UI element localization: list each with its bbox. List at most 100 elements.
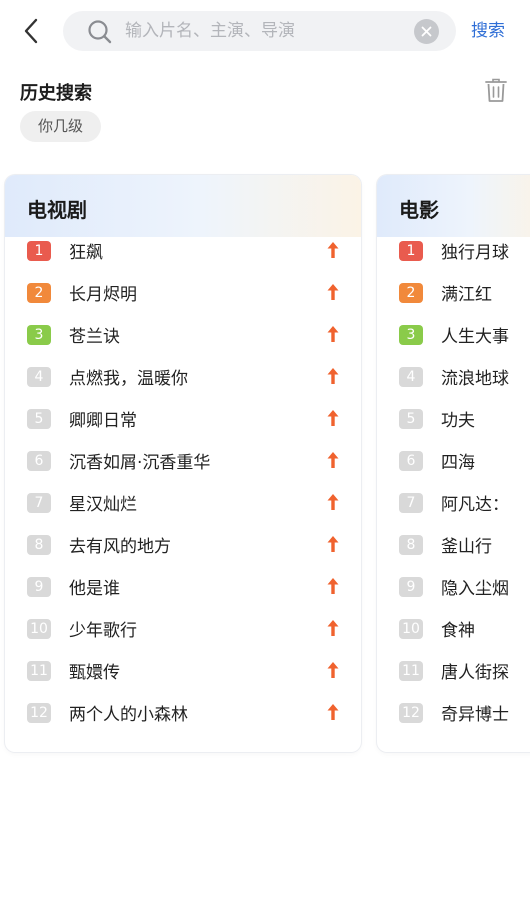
title-name: 功夫: [441, 411, 475, 431]
rank-badge: 1: [399, 241, 423, 261]
ranking-row[interactable]: 8 去有风的地方: [5, 531, 361, 567]
rank-badge: 8: [399, 535, 423, 555]
title-name: 去有风的地方: [69, 537, 171, 557]
title-name: 唐人街探: [441, 663, 509, 683]
chevron-left-icon: [24, 18, 38, 44]
rank-badge: 9: [27, 577, 51, 597]
ranking-row[interactable]: 7 阿凡达：: [377, 489, 530, 525]
title-name: 隐入尘烟: [441, 579, 509, 599]
title-name: 卿卿日常: [69, 411, 137, 431]
rank-badge: 7: [27, 493, 51, 513]
trash-icon[interactable]: [484, 77, 508, 103]
rank-badge: 4: [27, 367, 51, 387]
title-name: 狂飙: [69, 243, 103, 263]
rank-badge: 5: [399, 409, 423, 429]
search-icon: [88, 20, 112, 44]
ranking-row[interactable]: 12 两个人的小森林: [5, 699, 361, 735]
title-name: 人生大事: [441, 327, 509, 347]
title-name: 奇异博士: [441, 705, 509, 725]
rank-badge: 6: [27, 451, 51, 471]
arrow-up-icon: [327, 410, 339, 426]
rank-badge: 11: [399, 661, 423, 681]
title-name: 釜山行: [441, 537, 492, 557]
title-name: 独行月球: [441, 243, 509, 263]
ranking-row[interactable]: 2 满江红: [377, 279, 530, 315]
rank-badge: 10: [27, 619, 51, 639]
movie-card-title: 电影: [399, 198, 439, 222]
clear-search-button[interactable]: [414, 19, 439, 44]
tv-card-title: 电视剧: [27, 198, 87, 222]
rank-badge: 12: [27, 703, 51, 723]
ranking-row[interactable]: 4 点燃我，温暖你: [5, 363, 361, 399]
ranking-row[interactable]: 7 星汉灿烂: [5, 489, 361, 525]
title-name: 沉香如屑·沉香重华: [69, 453, 211, 473]
rank-badge: 5: [27, 409, 51, 429]
title-name: 食神: [441, 621, 475, 641]
ranking-row[interactable]: 5 功夫: [377, 405, 530, 441]
arrow-up-icon: [327, 242, 339, 258]
arrow-up-icon: [327, 284, 339, 300]
arrow-up-icon: [327, 578, 339, 594]
title-name: 少年歌行: [69, 621, 137, 641]
ranking-row[interactable]: 9 他是谁: [5, 573, 361, 609]
rank-badge: 1: [27, 241, 51, 261]
ranking-row[interactable]: 1 狂飙: [5, 237, 361, 273]
arrow-up-icon: [327, 536, 339, 552]
rank-badge: 6: [399, 451, 423, 471]
ranking-row[interactable]: 12 奇异博士: [377, 699, 530, 735]
movie-card-header: 电影: [377, 175, 530, 237]
rank-badge: 2: [27, 283, 51, 303]
rank-badge: 10: [399, 619, 423, 639]
rank-badge: 12: [399, 703, 423, 723]
ranking-row[interactable]: 6 沉香如屑·沉香重华: [5, 447, 361, 483]
arrow-up-icon: [327, 368, 339, 384]
arrow-up-icon: [327, 494, 339, 510]
ranking-row[interactable]: 1 独行月球: [377, 237, 530, 273]
title-name: 四海: [441, 453, 475, 473]
ranking-row[interactable]: 4 流浪地球: [377, 363, 530, 399]
top-bar: 搜索: [0, 0, 530, 62]
history-title: 历史搜索: [20, 83, 92, 104]
back-button[interactable]: [14, 14, 48, 48]
ranking-row[interactable]: 10 食神: [377, 615, 530, 651]
ranking-row[interactable]: 2 长月烬明: [5, 279, 361, 315]
title-name: 满江红: [441, 285, 492, 305]
ranking-row[interactable]: 10 少年歌行: [5, 615, 361, 651]
history-chip[interactable]: 你几级: [20, 111, 102, 142]
ranking-row[interactable]: 6 四海: [377, 447, 530, 483]
ranking-row[interactable]: 9 隐入尘烟: [377, 573, 530, 609]
rank-badge: 3: [399, 325, 423, 345]
tv-ranking-card: 电视剧 1 狂飙 2 长月烬明 3 苍兰诀 4 点燃我，温暖你 5 卿卿日常 6 沉香如屑·沉香重华 7…: [5, 175, 361, 752]
rank-badge: 11: [27, 661, 51, 681]
rank-badge: 7: [399, 493, 423, 513]
title-name: 星汉灿烂: [69, 495, 137, 515]
title-name: 点燃我，温暖你: [69, 369, 188, 389]
ranking-row[interactable]: 11 唐人街探: [377, 657, 530, 693]
ranking-row[interactable]: 11 甄嬛传: [5, 657, 361, 693]
title-name: 阿凡达：: [441, 495, 509, 515]
rank-badge: 8: [27, 535, 51, 555]
search-input[interactable]: [125, 11, 405, 51]
rank-badge: 9: [399, 577, 423, 597]
tv-card-header: 电视剧: [5, 175, 361, 237]
arrow-up-icon: [327, 326, 339, 342]
search-button[interactable]: 搜索: [471, 16, 505, 41]
title-name: 苍兰诀: [69, 327, 120, 347]
arrow-up-icon: [327, 704, 339, 720]
arrow-up-icon: [327, 662, 339, 678]
rank-badge: 4: [399, 367, 423, 387]
close-icon: [421, 26, 432, 37]
title-name: 长月烬明: [69, 285, 137, 305]
ranking-row[interactable]: 3 人生大事: [377, 321, 530, 357]
title-name: 甄嬛传: [69, 663, 120, 683]
title-name: 他是谁: [69, 579, 120, 599]
ranking-row[interactable]: 5 卿卿日常: [5, 405, 361, 441]
ranking-row[interactable]: 3 苍兰诀: [5, 321, 361, 357]
search-box[interactable]: [63, 11, 456, 51]
movie-ranking-card: 电影 1 独行月球 2 满江红 3 人生大事 4 流浪地球 5 功夫 6 四海 7 阿凡达： 8 釜山行 9 隐入…: [377, 175, 530, 752]
rank-badge: 3: [27, 325, 51, 345]
ranking-row[interactable]: 8 釜山行: [377, 531, 530, 567]
rank-badge: 2: [399, 283, 423, 303]
title-name: 流浪地球: [441, 369, 509, 389]
arrow-up-icon: [327, 620, 339, 636]
